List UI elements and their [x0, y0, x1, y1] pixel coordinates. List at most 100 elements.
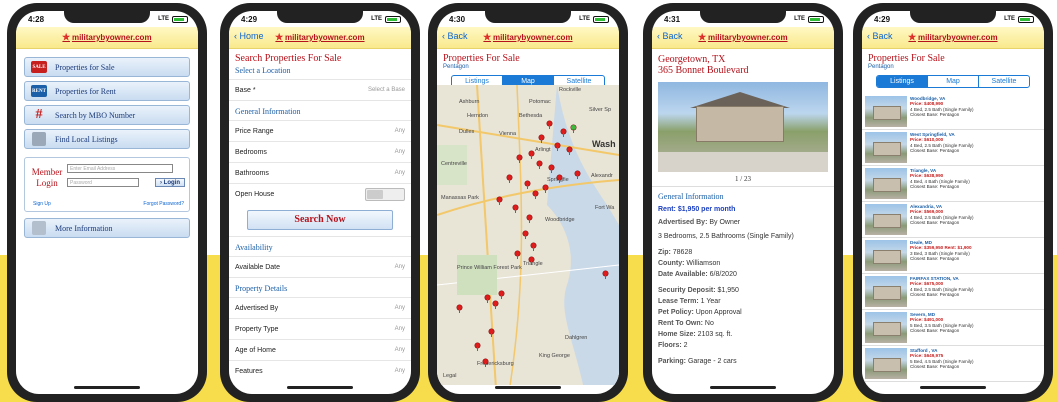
listing-row[interactable]: Triangle, VA Price: $638,990 4 Bed, 4 Bath… [862, 166, 1044, 202]
forgot-password-link[interactable]: Forgot Password? [143, 201, 184, 207]
map-pin[interactable] [557, 175, 562, 183]
map-pin[interactable] [531, 243, 536, 251]
logo[interactable]: ✯ militarybyowner.com [275, 32, 364, 43]
map-pin[interactable] [537, 161, 542, 169]
map-label: Wash [592, 139, 616, 149]
status-bar: 4:31 LTE [652, 11, 834, 27]
map-pin[interactable] [547, 121, 552, 129]
listing-row[interactable]: Severn, MD Price: $491,000 5 Bed, 3.5 Bath… [862, 310, 1044, 346]
listing-row[interactable]: Alexandria, VA Price: $569,000 4 Bed, 2.5 … [862, 202, 1044, 238]
map-pin[interactable] [525, 181, 530, 189]
listing-row[interactable]: Stafford , VA Price: $649,975 5 Bed, 4.5 B… [862, 346, 1044, 382]
listing-thumbnail [865, 312, 907, 343]
map-pin[interactable] [523, 231, 528, 239]
listing-row[interactable]: Deale, MD Price: $359,950 Rent: $1,900 3 B… [862, 238, 1044, 274]
back-button[interactable]: ‹ Home [234, 31, 264, 41]
login-title: Member Login [31, 167, 63, 188]
map-pin[interactable] [517, 155, 522, 163]
logo[interactable]: ✯ militarybyowner.com [483, 32, 572, 43]
property-type-selector[interactable]: Property Type Any [229, 318, 411, 339]
map-pin[interactable] [515, 251, 520, 259]
map-label: Herndon [467, 113, 489, 119]
listing-row[interactable]: FAIRFAX STATION, VA Price: $675,000 4 Bed,… [862, 274, 1044, 310]
map-pin[interactable] [549, 165, 554, 173]
map-label: Silver Sp [589, 107, 612, 113]
back-button[interactable]: ‹ Back [867, 31, 893, 41]
map-pin[interactable] [485, 295, 490, 303]
bedrooms-selector[interactable]: Bedrooms Any [229, 141, 411, 162]
map-label: Arlingt [535, 147, 551, 153]
back-button[interactable]: ‹ Back [442, 31, 468, 41]
base-subtitle: Pentagon [443, 64, 469, 70]
map-pin[interactable] [497, 197, 502, 205]
base-selector[interactable]: Base * Select a Base [229, 79, 411, 100]
menu-properties-for-sale[interactable]: SALE Properties for Sale [24, 57, 190, 77]
search-now-button[interactable]: Search Now [247, 210, 393, 230]
section-general-information: General Information [652, 186, 834, 206]
map-pin[interactable] [493, 301, 498, 309]
map-pin[interactable] [567, 147, 572, 155]
tab-map[interactable]: Map [927, 76, 978, 87]
sign-up-link[interactable]: Sign Up [33, 201, 51, 207]
map-pin[interactable] [529, 151, 534, 159]
battery-icon [1018, 15, 1034, 23]
tab-satellite[interactable]: Satellite [978, 76, 1029, 87]
map-pin[interactable] [513, 205, 518, 213]
phone-screen: 4:29 LTE ‹ Back ✯ militarybyowner.com Prope… [862, 11, 1044, 394]
listing-thumbnail [865, 132, 907, 163]
map-pin[interactable] [499, 291, 504, 299]
map-pin[interactable] [475, 343, 480, 351]
hash-icon: # [35, 107, 43, 122]
listings-map[interactable]: Ashburn Potomac Herndon Bethesda Silver … [437, 85, 619, 385]
menu-properties-for-rent[interactable]: RENT Properties for Rent [24, 81, 190, 101]
listing-row[interactable]: Woodbridge, VA Price: $408,990 4 Bed, 2.5 … [862, 94, 1044, 130]
map-pin[interactable] [543, 185, 548, 193]
tab-listings[interactable]: Listings [877, 76, 927, 87]
open-house-toggle[interactable] [365, 187, 405, 201]
logo[interactable]: ✯ militarybyowner.com [62, 32, 151, 43]
view-tabs: Listings Map Satellite [876, 75, 1030, 88]
map-pin[interactable] [539, 135, 544, 143]
for-rent-sign-icon: RENT [29, 85, 49, 97]
bathrooms-selector[interactable]: Bathrooms Any [229, 162, 411, 183]
map-pin[interactable] [483, 359, 488, 367]
logo[interactable]: ✯ militarybyowner.com [698, 32, 787, 43]
map-label: Centreville [441, 161, 467, 167]
map-pin[interactable] [457, 305, 462, 313]
price-range-selector[interactable]: Price Range Any [229, 120, 411, 141]
open-house-row: Open House [229, 183, 411, 204]
map-pin[interactable] [571, 125, 576, 133]
map-pin[interactable] [555, 143, 560, 151]
logo[interactable]: ✯ militarybyowner.com [908, 32, 997, 43]
advertised-by-selector[interactable]: Advertised By Any [229, 297, 411, 318]
listing-photo[interactable] [658, 82, 828, 172]
map-pin[interactable] [603, 271, 608, 279]
map-pin[interactable] [533, 191, 538, 199]
menu-search-by-mbo[interactable]: # Search by MBO Number [24, 105, 190, 125]
menu-more-information[interactable]: More Information [24, 218, 190, 238]
password-field[interactable]: Password [67, 178, 139, 187]
back-button[interactable]: ‹ Back [657, 31, 683, 41]
menu-find-local-listings[interactable]: Find Local Listings [24, 129, 190, 149]
age-of-home-selector[interactable]: Age of Home Any [229, 339, 411, 360]
listing-row[interactable]: West Springfield, VA Price: $610,000 4 Bed… [862, 130, 1044, 166]
login-button[interactable]: › Login [155, 178, 185, 187]
notch [485, 11, 571, 23]
map-pin[interactable] [575, 171, 580, 179]
listing-info: Triangle, VA Price: $638,990 4 Bed, 4 Bath… [910, 168, 970, 190]
available-date-selector[interactable]: Available Date Any [229, 256, 411, 277]
map-pin[interactable] [507, 175, 512, 183]
map-label: Prince William Forest Park [457, 265, 522, 271]
clock: 4:29 [241, 14, 258, 24]
listing-info: Woodbridge, VA Price: $408,990 4 Bed, 2.5 … [910, 96, 974, 118]
status-icons: LTE [579, 15, 609, 23]
features-selector[interactable]: Features Any [229, 360, 411, 381]
map-pin[interactable] [529, 257, 534, 265]
map-pin[interactable] [527, 215, 532, 223]
map-pin[interactable] [561, 129, 566, 137]
map-label: Fort Wa [595, 205, 615, 211]
map-pin[interactable] [489, 329, 494, 337]
phone-home-menu: 4:28 LTE ✯ militarybyowner.com SALE Propert… [7, 3, 207, 402]
app-header: ‹ Home ✯ militarybyowner.com [229, 27, 411, 49]
email-field[interactable]: Enter Email Address [67, 164, 173, 173]
